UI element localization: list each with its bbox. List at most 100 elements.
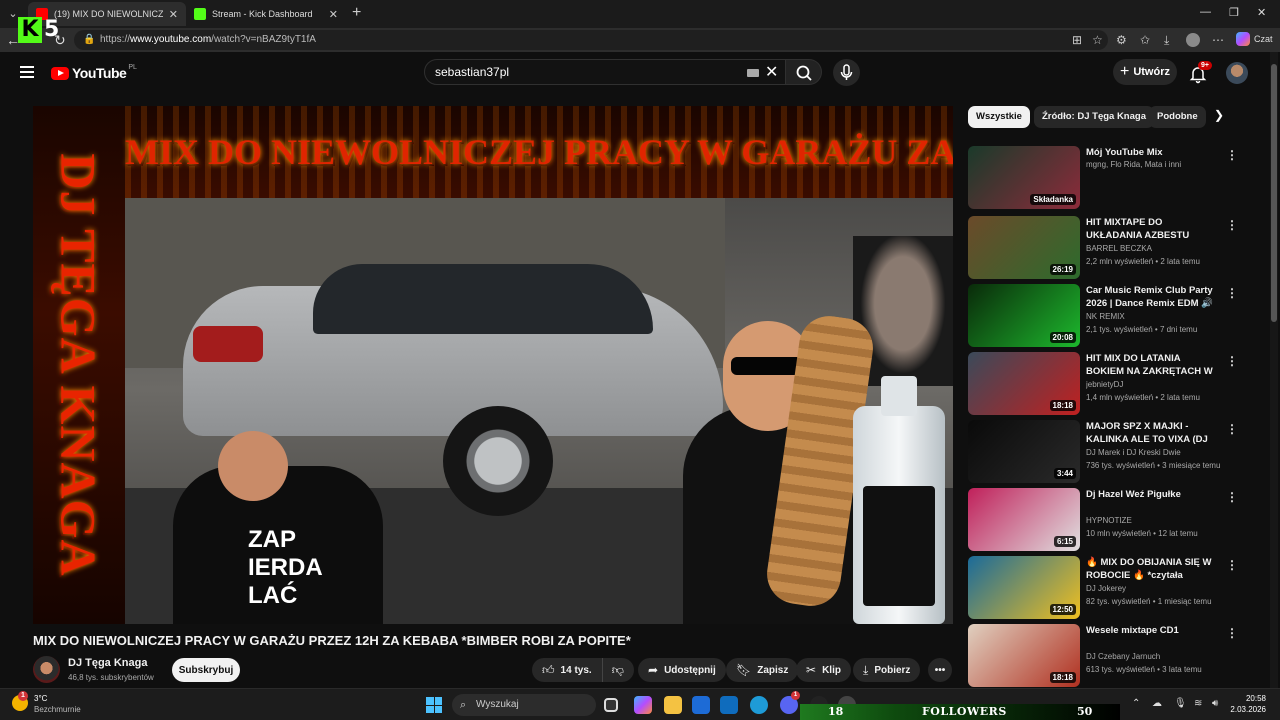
video-title[interactable]: Wesele mixtape CD1	[1086, 624, 1216, 637]
microphone-icon[interactable]: 🎙︎	[1174, 698, 1187, 709]
voice-search-button[interactable]	[833, 59, 860, 86]
video-thumbnail[interactable]: 18:18	[968, 352, 1080, 415]
close-window-icon[interactable]: ✕	[1257, 6, 1266, 19]
clear-search-icon[interactable]: ✕	[765, 62, 778, 82]
recommendation-item[interactable]: 6:15 Dj Hazel Weź Pigułke HYPNOTIZE 10 mln …	[968, 488, 1238, 552]
menu-hamburger-icon[interactable]	[20, 66, 34, 78]
recommendation-item[interactable]: 20:08 Car Music Remix Club Party 2026 | D…	[968, 284, 1238, 348]
url-field[interactable]: 🔒 https://www.youtube.com/watch?v=nBAZ9t…	[74, 30, 1108, 50]
more-actions-button[interactable]: •••	[928, 658, 952, 682]
chip-all[interactable]: Wszystkie	[968, 106, 1030, 128]
channel-name[interactable]: BARREL BECZKA	[1086, 244, 1216, 253]
more-menu-icon[interactable]: ⋯	[1212, 33, 1224, 47]
outlook-icon[interactable]	[720, 696, 738, 714]
keyboard-icon[interactable]	[747, 69, 759, 77]
video-title[interactable]: Car Music Remix Club Party 2026 | Dance …	[1086, 284, 1216, 310]
recommendation-item[interactable]: Składanka Mój YouTube Mix mgng, Flo Rida, …	[968, 146, 1238, 210]
weather-temp[interactable]: 3°C	[34, 694, 47, 703]
channel-name[interactable]: NK REMIX	[1086, 312, 1216, 321]
video-title[interactable]: 🔥 MIX DO OBIJANIA SIĘ W ROBOCIE 🔥 *czyta…	[1086, 556, 1216, 582]
file-explorer-icon[interactable]	[664, 696, 682, 714]
channel-name[interactable]: DJ Marek i DJ Kreski Dwie	[1086, 448, 1216, 457]
chip-related[interactable]: Podobne	[1149, 106, 1206, 128]
search-input[interactable]	[435, 65, 735, 79]
channel-name[interactable]: DJ Tęga Knaga	[68, 657, 147, 669]
download-button[interactable]: ⤓ Pobierz	[853, 658, 921, 682]
video-thumbnail[interactable]: 12:50	[968, 556, 1080, 619]
windows-start-icon[interactable]	[426, 697, 442, 713]
copilot-app-icon[interactable]	[634, 696, 652, 714]
video-title[interactable]: HIT MIX DO LATANIA BOKIEM NA ZAKRĘTACH W…	[1086, 352, 1216, 378]
recommendation-item[interactable]: 18:18 HIT MIX DO LATANIA BOKIEM NA ZAKRĘT…	[968, 352, 1238, 416]
channel-name[interactable]: DJ Czebany Jarnuch	[1086, 652, 1216, 661]
video-title[interactable]: Mój YouTube Mix	[1086, 146, 1216, 159]
edge-icon[interactable]	[750, 696, 768, 714]
favorites-icon[interactable]: ✩	[1140, 33, 1150, 47]
video-title[interactable]: HIT MIXTAPE DO UKŁADANIA AZBESTU PRZY ..…	[1086, 216, 1216, 242]
like-button[interactable]: 👍︎ 14 tys.	[532, 658, 603, 682]
video-thumbnail[interactable]: 6:15	[968, 488, 1080, 551]
video-thumbnail[interactable]: Składanka	[968, 146, 1080, 209]
recommendation-item[interactable]: 12:50 🔥 MIX DO OBIJANIA SIĘ W ROBOCIE 🔥 *…	[968, 556, 1238, 620]
profile-icon[interactable]	[1186, 33, 1200, 47]
channel-avatar[interactable]	[33, 656, 60, 683]
volume-icon[interactable]: 🔊︎	[1212, 698, 1218, 709]
account-avatar[interactable]	[1226, 62, 1248, 84]
close-tab-icon[interactable]: ✕	[169, 8, 178, 21]
video-thumbnail[interactable]: 3:44	[968, 420, 1080, 483]
more-vertical-icon[interactable]: ⋮	[1226, 286, 1238, 300]
more-vertical-icon[interactable]: ⋮	[1226, 148, 1238, 162]
copilot-icon[interactable]	[1236, 32, 1250, 46]
video-thumbnail[interactable]: 18:18	[968, 624, 1080, 687]
clip-button[interactable]: ✂ Klip	[796, 658, 851, 682]
close-tab-icon[interactable]: ✕	[329, 8, 338, 21]
subscribe-button[interactable]: Subskrybuj	[172, 658, 240, 682]
chevron-right-icon[interactable]: ❯	[1214, 108, 1224, 122]
channel-name[interactable]: jebnietyDJ	[1086, 380, 1216, 389]
chevron-up-icon[interactable]: ⌃	[1132, 698, 1140, 709]
page-scrollbar[interactable]	[1270, 52, 1278, 688]
video-title[interactable]: Dj Hazel Weź Pigułke	[1086, 488, 1216, 501]
store-icon[interactable]	[692, 696, 710, 714]
site-info-icon[interactable]: 🔒	[83, 30, 95, 50]
weather-condition[interactable]: Bezchmurnie	[34, 705, 81, 714]
extensions-icon[interactable]: ⚙	[1116, 33, 1127, 47]
downloads-icon[interactable]: ⤓	[1164, 33, 1169, 48]
task-view-icon[interactable]	[604, 698, 618, 712]
app-install-icon[interactable]: ⊞	[1072, 33, 1082, 47]
search-button[interactable]	[786, 59, 822, 85]
taskbar-search[interactable]: ⌕ Wyszukaj	[452, 694, 596, 716]
dislike-button[interactable]: 👎︎	[603, 658, 633, 682]
copilot-label[interactable]: Czat	[1254, 34, 1273, 44]
recommendation-item[interactable]: 3:44 MAJOR SPZ X MAJKI - KALINKA ALE TO V…	[968, 420, 1238, 484]
new-tab-button[interactable]: +	[352, 4, 361, 22]
recommendation-item[interactable]: 26:19 HIT MIXTAPE DO UKŁADANIA AZBESTU PR…	[968, 216, 1238, 280]
favorite-star-icon[interactable]: ☆	[1092, 33, 1103, 47]
more-vertical-icon[interactable]: ⋮	[1226, 354, 1238, 368]
video-title[interactable]: MAJOR SPZ X MAJKI - KALINKA ALE TO VIXA …	[1086, 420, 1216, 446]
video-player[interactable]: ZAP IERDA LAĆ DJ TĘGA KNAGA MIX DO NIEWO…	[33, 106, 953, 624]
youtube-logo[interactable]: YouTube PL	[51, 64, 137, 81]
tab-kick-dashboard[interactable]: Stream - Kick Dashboard ✕	[186, 2, 346, 26]
more-vertical-icon[interactable]: ⋮	[1226, 490, 1238, 504]
channel-name[interactable]: HYPNOTIZE	[1086, 516, 1216, 525]
more-vertical-icon[interactable]: ⋮	[1226, 626, 1238, 640]
maximize-icon[interactable]: ❐	[1229, 6, 1239, 19]
video-thumbnail[interactable]: 20:08	[968, 284, 1080, 347]
recommendation-item[interactable]: 18:18 Wesele mixtape CD1 DJ Czebany Jarnuc…	[968, 624, 1238, 688]
share-button[interactable]: ➦ Udostępnij	[638, 658, 726, 682]
channel-name[interactable]: mgng, Flo Rida, Mata i inni	[1086, 160, 1216, 169]
video-thumbnail[interactable]: 26:19	[968, 216, 1080, 279]
more-vertical-icon[interactable]: ⋮	[1226, 558, 1238, 572]
minimize-icon[interactable]: —	[1200, 6, 1211, 18]
chip-source[interactable]: Źródło: DJ Tęga Knaga	[1034, 106, 1154, 128]
save-button[interactable]: 🔖︎ Zapisz	[726, 658, 799, 682]
create-button[interactable]: + Utwórz	[1113, 59, 1177, 85]
system-clock[interactable]: 20:58 2.03.2026	[1222, 693, 1266, 715]
cloud-icon[interactable]: ☁	[1152, 698, 1162, 709]
wifi-icon[interactable]: ≋	[1194, 698, 1202, 709]
channel-name[interactable]: DJ Jokerey	[1086, 584, 1216, 593]
more-vertical-icon[interactable]: ⋮	[1226, 422, 1238, 436]
more-vertical-icon[interactable]: ⋮	[1226, 218, 1238, 232]
duration-badge: Składanka	[1030, 194, 1076, 205]
